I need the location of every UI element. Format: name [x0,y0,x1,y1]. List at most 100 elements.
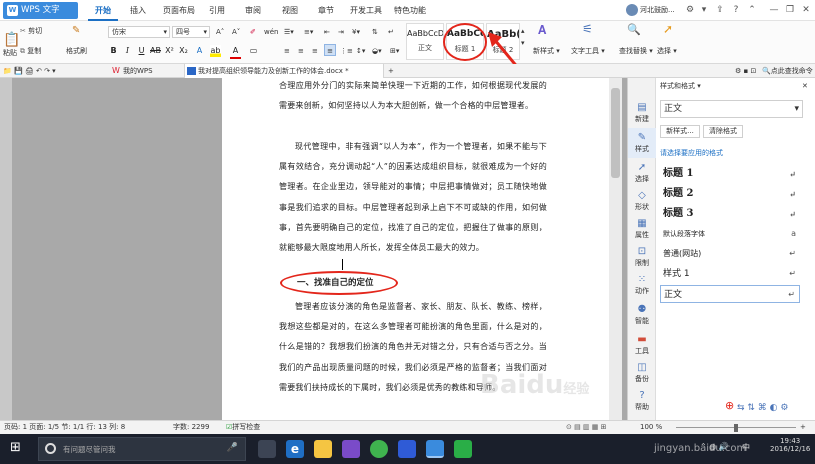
select-button[interactable]: 选择 ▾ [657,45,677,57]
vertical-scrollbar[interactable] [609,78,622,420]
grow-font-icon[interactable]: A˄ [216,26,224,38]
superscript-icon[interactable]: X² [164,45,175,57]
panel-tool-style[interactable]: ✎ 样式 [628,128,656,158]
menu-features[interactable]: 特色功能 [394,0,426,21]
indent-icon[interactable]: ⇥ [338,26,344,38]
copy-button[interactable]: ⧉ 复制 [20,45,41,57]
show-marks-icon[interactable]: ↵ [388,26,394,38]
panel-close-icon[interactable]: ✕ [802,80,808,92]
find-replace-button[interactable]: 查找替换 ▾ [619,45,653,57]
border-icon[interactable]: ⊞▾ [390,45,399,57]
style-item-default-font[interactable]: 默认段落字体 a [660,225,800,243]
text-effect-icon[interactable]: A [194,45,205,57]
zoom-level[interactable]: 100 % [640,421,662,434]
strikethrough-icon[interactable]: AB [150,45,161,57]
clear-format-icon[interactable]: ✐ [250,26,256,38]
taskbar-search[interactable]: 有问题尽管问我 🎤 [38,437,246,461]
subscript-icon[interactable]: X₂ [178,45,189,57]
paragraph-2[interactable]: 现代管理中，非有强调“以人为本”，作为一个管理者，如果不能与下属有效结合，充分调… [279,137,547,258]
share-icon[interactable]: ⇪ [714,4,726,16]
style-item-normal[interactable]: 正文 ↵ [660,285,800,303]
clock[interactable]: 19:43 2016/12/16 [770,437,810,453]
text-tools-button[interactable]: 文字工具 ▾ [571,45,605,57]
panel-tool-new[interactable]: ▤ 新建 [628,98,656,128]
menu-developer[interactable]: 开发工具 [350,0,382,21]
menu-reference[interactable]: 引用 [209,0,225,21]
panel-tool-restrict[interactable]: ⊡ 限制 [628,242,656,272]
minimize-icon[interactable]: — [768,4,780,16]
new-tab-icon[interactable]: + [388,65,394,77]
word-count[interactable]: 字数: 2299 [173,421,209,434]
font-size-select[interactable]: 四号 ▾ [172,26,210,38]
paragraph-1[interactable]: 合理应用外分门的实际来简单快理一下近期的工作，如何根据现代发展的需要来创新，如何… [279,78,547,116]
number-list-icon[interactable]: ≡▾ [304,26,313,38]
style-item-web[interactable]: 普通(网站) ↵ [660,245,800,263]
edge-icon[interactable]: e [286,440,304,458]
pinyin-icon[interactable]: wén [264,26,278,38]
format-painter-button[interactable]: 格式刷 [66,45,87,57]
panel-tool-shape[interactable]: ◇ 形状 [628,186,656,216]
menu-view[interactable]: 视图 [282,0,298,21]
cut-button[interactable]: ✂ 剪切 [20,25,42,37]
font-color-icon[interactable]: A [230,45,241,59]
windows-start-icon[interactable]: ⊞ [10,441,24,455]
file-explorer-icon[interactable] [314,440,332,458]
dropdown-icon[interactable]: ▾ [698,4,710,16]
align-left-icon[interactable]: ≡ [284,45,290,57]
panel-tool-help[interactable]: ? 帮助 [628,386,656,416]
distributed-icon[interactable]: ⋮≡ [340,45,353,57]
outdent-icon[interactable]: ⇤ [324,26,330,38]
menu-chapter[interactable]: 章节 [318,0,334,21]
align-center-icon[interactable]: ≡ [298,45,304,57]
chinese-layout-icon[interactable]: ¥▾ [352,26,360,38]
panel-tool-smart[interactable]: ⚉ 智能 [628,300,656,330]
shrink-font-icon[interactable]: A˅ [232,26,240,38]
panel-tool-action[interactable]: ⁙ 动作 [628,270,656,300]
zoom-slider-thumb[interactable] [734,424,738,432]
font-name-select[interactable]: 仿宋 ▾ [108,26,170,38]
style-item-style-1[interactable]: 样式 1 ↵ [660,265,800,283]
panel-tool-tools[interactable]: ▬ 工具 [628,330,656,360]
collapse-icon[interactable]: ⌃ [746,4,758,16]
restore-icon[interactable]: ❐ [784,4,796,16]
spell-check[interactable]: ☑拼写检查 [226,421,260,434]
style-normal[interactable]: AaBbCcDd 正文 [406,23,444,60]
sort-icon[interactable]: ⇅ [372,26,378,38]
menu-page-layout[interactable]: 页面布局 [163,0,195,21]
panel-tool-select[interactable]: ➚ 选择 [628,158,656,188]
underline-button[interactable]: U [136,45,147,57]
panel-new-style-button[interactable]: 新样式... [660,125,700,138]
scrollbar-thumb[interactable] [611,88,620,178]
align-right-icon[interactable]: ≡ [312,45,318,57]
help-icon[interactable]: ? [730,4,742,16]
shading-icon[interactable]: ◒▾ [372,45,382,57]
zoom-in-icon[interactable]: + [800,421,806,434]
panel-tool-property[interactable]: ▦ 属性 [628,214,656,244]
skin-icon[interactable]: ⚙ [684,4,696,16]
baidu-icon[interactable] [398,440,416,458]
command-search[interactable]: 🔍点此查找命令 [762,65,813,77]
panel-tool-backup[interactable]: ◫ 备份 [628,358,656,388]
document-page[interactable]: 合理应用外分门的实际来简单快理一下近期的工作，如何根据现代发展的需要来创新，如何… [222,78,609,420]
user-account[interactable]: 河北鼓励... [626,4,680,17]
char-border-icon[interactable]: ▭ [248,45,259,57]
menu-review[interactable]: 审阅 [245,0,261,21]
app-icon[interactable] [342,440,360,458]
style-item-heading-1[interactable]: 标题 1 ↵ [660,165,800,183]
view-mode-icons[interactable]: ⊙ ▤ ▥ ▦ ⊞ [566,421,606,434]
highlight-icon[interactable]: ab [210,45,221,57]
style-item-heading-3[interactable]: 标题 3 ↵ [660,205,800,223]
wechat-icon[interactable] [454,440,472,458]
bullet-list-icon[interactable]: ☰▾ [284,26,294,38]
menu-insert[interactable]: 插入 [130,0,146,21]
clipboard-icon[interactable]: 📋 [3,33,20,47]
app-menu-button[interactable]: W WPS 文字 [3,2,78,19]
quick-access-toolbar[interactable]: 📁 💾 🖨 ↶ ↷ ▾ [3,65,56,77]
tab-document[interactable]: 我对提高组织领导能力及创新工作的体会.docx * [184,64,384,78]
tab-my-wps[interactable]: W 我的WPS [110,64,180,78]
close-icon[interactable]: ✕ [800,4,812,16]
tabbar-icons[interactable]: ⚙ ▪ ⊡ [735,65,756,77]
current-style-select[interactable]: 正文 ▾ [660,100,803,118]
line-spacing-icon[interactable]: ↕▾ [356,45,365,57]
wps-taskbar-icon[interactable] [426,440,444,458]
